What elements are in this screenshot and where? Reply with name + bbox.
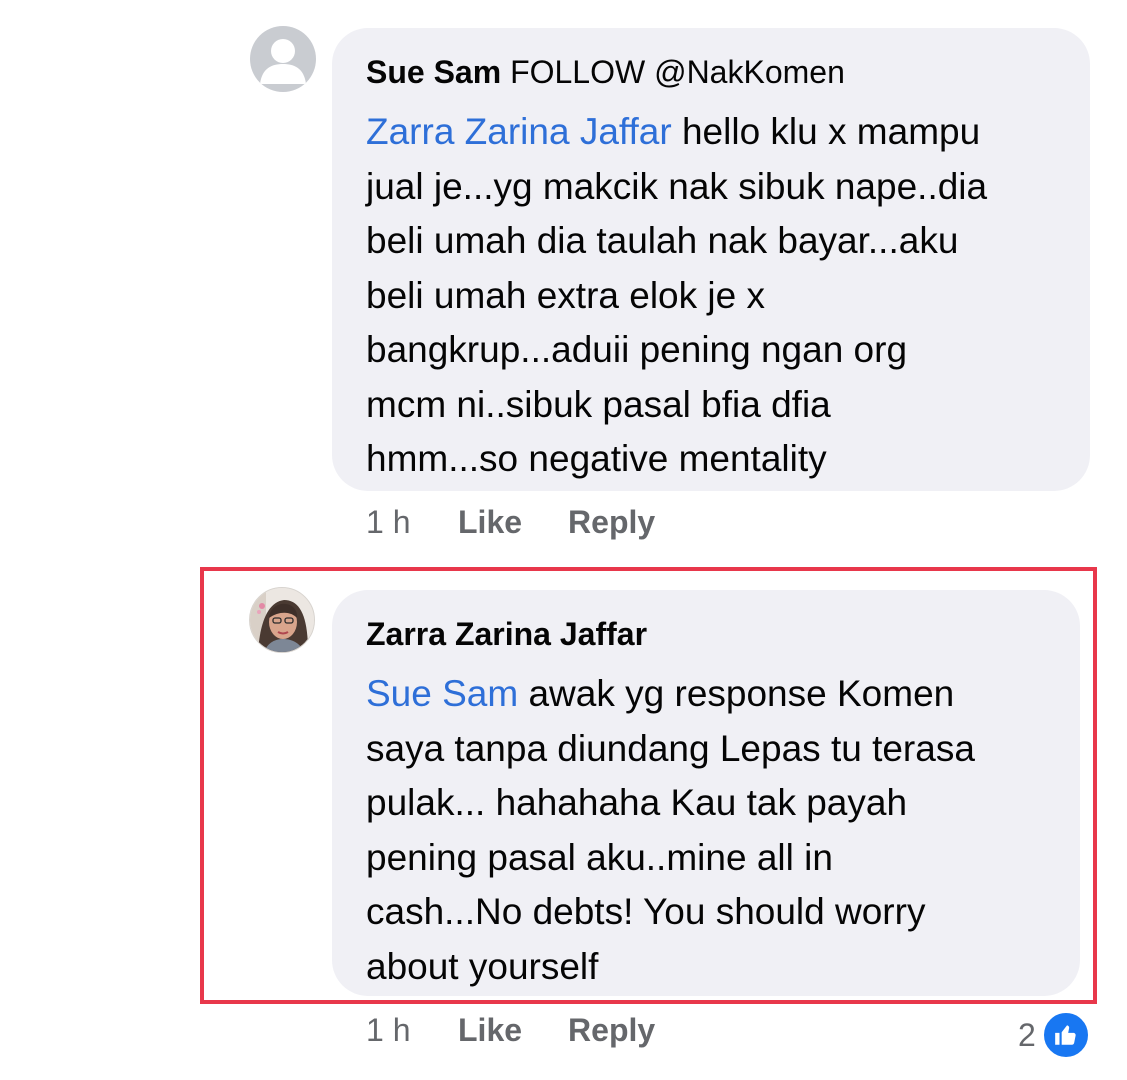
comment-line: pening pasal aku..mine all in xyxy=(366,836,833,878)
comment-line: jual je...yg makcik nak sibuk nape..dia xyxy=(366,165,988,207)
comment-text: Zarra Zarina Jaffar hello klu x mampu ju… xyxy=(366,105,1060,487)
avatar-zarra-zarina-jaffar[interactable] xyxy=(249,587,315,653)
comment-line: beli umah extra elok je x xyxy=(366,274,765,316)
mention-link[interactable]: Zarra Zarina Jaffar xyxy=(366,111,672,152)
reaction-count: 2 xyxy=(1018,1016,1036,1053)
reaction-summary[interactable]: 2 xyxy=(1018,1011,1090,1059)
comment-author: Sue Sam FOLLOW @NakKomen xyxy=(366,52,1060,92)
comment-line-text: hello klu x mampu xyxy=(671,111,981,152)
comment-bubble: Zarra Zarina Jaffar Sue Sam awak yg resp… xyxy=(332,590,1080,996)
comment-actions: 1 h Like Reply xyxy=(366,1012,701,1049)
comment-text: Sue Sam awak yg response Komen saya tanp… xyxy=(366,667,1050,994)
thumbs-up-icon xyxy=(1041,1011,1090,1059)
comment-line: mcm ni..sibuk pasal bfia dfia xyxy=(366,383,831,425)
comment-line: Sue Sam awak yg response Komen xyxy=(366,667,1050,722)
comment-line-text: awak yg response Komen xyxy=(518,673,955,714)
mention-link[interactable]: Sue Sam xyxy=(366,673,518,714)
default-profile-icon xyxy=(260,39,306,84)
comment-actions: 1 h Like Reply xyxy=(366,504,701,541)
comment-line: hmm...so negative mentality xyxy=(366,438,827,479)
author-follow-label[interactable]: FOLLOW @NakKomen xyxy=(510,54,845,90)
reply-button[interactable]: Reply xyxy=(568,504,655,541)
like-button[interactable]: Like xyxy=(458,1012,522,1049)
timestamp[interactable]: 1 h xyxy=(366,504,458,541)
reply-button[interactable]: Reply xyxy=(568,1012,655,1049)
comment-line: saya tanpa diundang Lepas tu terasa xyxy=(366,727,975,769)
author-name[interactable]: Zarra Zarina Jaffar xyxy=(366,616,647,652)
comment-line: Zarra Zarina Jaffar hello klu x mampu xyxy=(366,105,1060,160)
comment-author: Zarra Zarina Jaffar xyxy=(366,614,1050,654)
comment-bubble: Sue Sam FOLLOW @NakKomen Zarra Zarina Ja… xyxy=(332,28,1090,491)
timestamp[interactable]: 1 h xyxy=(366,1012,458,1049)
comment-line: cash...No debts! You should worry xyxy=(366,891,926,932)
comment-line: pulak... hahahaha Kau tak payah xyxy=(366,782,908,823)
author-name[interactable]: Sue Sam xyxy=(366,54,501,90)
comment-line: bangkrup...aduii pening ngan org xyxy=(366,329,908,370)
comment-line: beli umah dia taulah nak bayar...aku xyxy=(366,220,959,261)
like-button[interactable]: Like xyxy=(458,504,522,541)
comment-line: about yourself xyxy=(366,945,599,987)
avatar-sue-sam[interactable] xyxy=(250,26,316,92)
profile-photo xyxy=(250,588,314,652)
